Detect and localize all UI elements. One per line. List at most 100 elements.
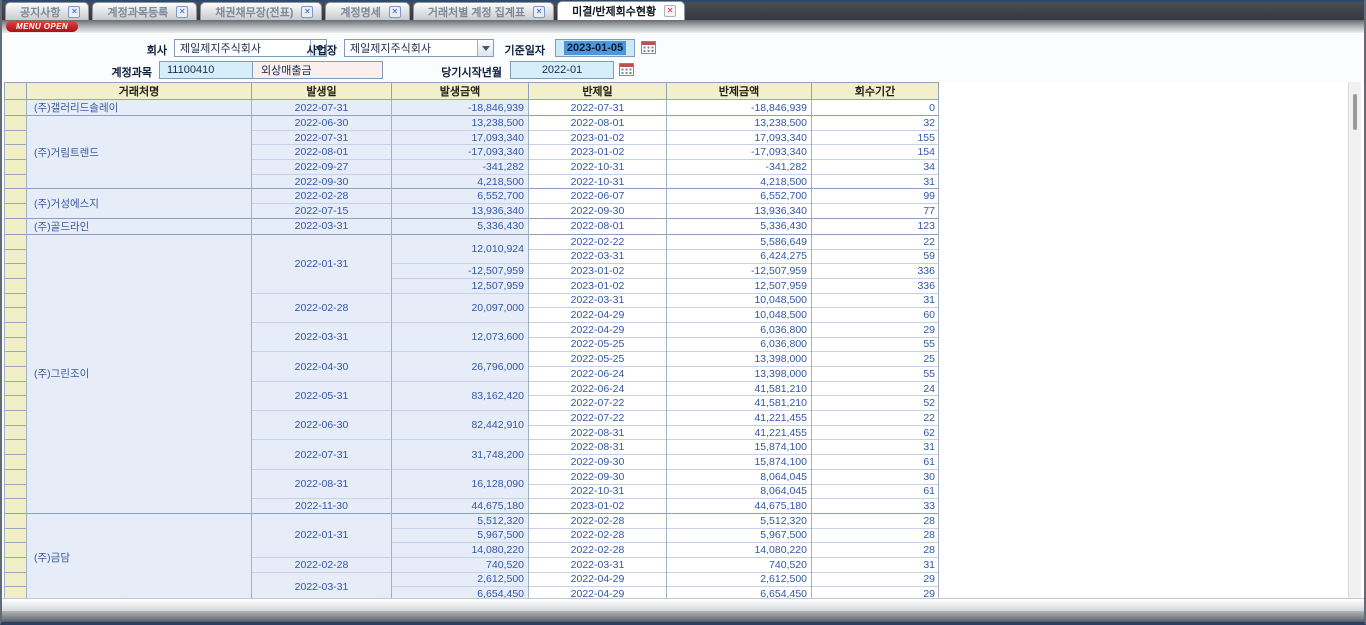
site-select[interactable]: 제일제지주식회사 [344,39,494,57]
row-header-cell[interactable] [5,440,27,455]
row-header-cell[interactable] [5,204,27,219]
cell-days[interactable]: 62 [812,425,939,440]
cell-customer[interactable]: (주)그린조이 [27,234,252,513]
row-header-cell[interactable] [5,528,27,543]
cell-occur-amount[interactable]: 82,442,910 [392,411,529,440]
cell-occur-amount[interactable]: 12,073,600 [392,322,529,351]
cell-days[interactable]: 55 [812,367,939,382]
cell-settle-date[interactable]: 2022-09-30 [529,455,667,470]
vertical-scrollbar[interactable] [1348,82,1361,598]
tab-close-icon[interactable]: ✕ [664,5,676,17]
cell-settle-amount[interactable]: 41,221,455 [667,411,812,426]
cell-settle-amount[interactable]: 5,586,649 [667,234,812,249]
cell-settle-amount[interactable]: 13,398,000 [667,352,812,367]
cell-occur-date[interactable]: 2022-01-31 [252,234,392,293]
tab-close-icon[interactable]: ✕ [533,6,545,18]
row-header-cell[interactable] [5,322,27,337]
cell-occur-amount[interactable]: 44,675,180 [392,499,529,514]
cell-days[interactable]: 22 [812,234,939,249]
row-header-cell[interactable] [5,116,27,131]
cell-days[interactable]: 32 [812,116,939,131]
cell-occur-date[interactable]: 2022-05-31 [252,381,392,410]
cell-occur-date[interactable]: 2022-02-28 [252,557,392,572]
account-name-input[interactable]: 외상매출금 [252,61,383,79]
column-header[interactable]: 회수기간 [812,83,939,100]
cell-settle-amount[interactable]: 15,874,100 [667,440,812,455]
cell-occur-amount[interactable]: 31,748,200 [392,440,529,469]
cell-settle-date[interactable]: 2022-10-31 [529,174,667,189]
cell-settle-amount[interactable]: -341,282 [667,160,812,175]
cell-settle-amount[interactable]: 13,398,000 [667,367,812,382]
cell-occur-date[interactable]: 2022-04-30 [252,352,392,381]
account-code-input[interactable]: 11100410 [159,61,253,79]
cell-settle-amount[interactable]: 14,080,220 [667,543,812,558]
cell-occur-date[interactable]: 2022-11-30 [252,499,392,514]
cell-occur-date[interactable]: 2022-07-31 [252,130,392,145]
menu-open-button[interactable]: MENU OPEN [6,21,78,32]
cell-settle-amount[interactable]: -12,507,959 [667,264,812,279]
row-header-cell[interactable] [5,411,27,426]
cell-customer[interactable]: (주)골드라인 [27,218,252,234]
cell-settle-date[interactable]: 2022-05-25 [529,352,667,367]
cell-occur-amount[interactable]: 6,552,700 [392,189,529,204]
cell-occur-amount[interactable]: -18,846,939 [392,100,529,116]
cell-occur-amount[interactable]: 12,010,924 [392,234,529,263]
cell-occur-date[interactable]: 2022-03-31 [252,218,392,234]
cell-occur-date[interactable]: 2022-07-31 [252,100,392,116]
cell-occur-date[interactable]: 2022-02-28 [252,293,392,322]
cell-occur-amount[interactable]: -17,093,340 [392,145,529,160]
cell-days[interactable]: 61 [812,484,939,499]
cell-settle-amount[interactable]: 41,581,210 [667,396,812,411]
column-header[interactable]: 반제금액 [667,83,812,100]
cell-settle-amount[interactable]: 6,036,800 [667,322,812,337]
tab-close-icon[interactable]: ✕ [176,6,188,18]
row-header-cell[interactable] [5,352,27,367]
cell-settle-date[interactable]: 2022-10-31 [529,484,667,499]
cell-settle-amount[interactable]: 5,512,320 [667,513,812,528]
cell-settle-date[interactable]: 2023-01-02 [529,278,667,293]
cell-settle-amount[interactable]: 13,238,500 [667,116,812,131]
cell-days[interactable]: 154 [812,145,939,160]
cell-days[interactable]: 52 [812,396,939,411]
row-header-cell[interactable] [5,100,27,116]
cell-settle-amount[interactable]: 5,336,430 [667,218,812,234]
cell-days[interactable]: 77 [812,204,939,219]
cell-settle-date[interactable]: 2023-01-02 [529,499,667,514]
cell-settle-date[interactable]: 2022-07-22 [529,411,667,426]
row-header-cell[interactable] [5,308,27,323]
cell-settle-date[interactable]: 2022-06-24 [529,381,667,396]
row-header-cell[interactable] [5,337,27,352]
row-header-cell[interactable] [5,249,27,264]
cell-days[interactable]: 29 [812,587,939,598]
cell-days[interactable]: 123 [812,218,939,234]
column-header[interactable]: 반제일 [529,83,667,100]
scrollbar-thumb[interactable] [1353,94,1357,130]
cell-settle-date[interactable]: 2022-08-01 [529,218,667,234]
calendar-icon[interactable] [619,62,634,76]
cell-settle-amount[interactable]: 17,093,340 [667,130,812,145]
cell-customer[interactable]: (주)금담 [27,513,252,598]
horizontal-scrollbar[interactable] [2,598,1364,611]
cell-occur-amount[interactable]: 26,796,000 [392,352,529,381]
cell-settle-date[interactable]: 2022-08-31 [529,440,667,455]
cell-days[interactable]: 30 [812,469,939,484]
start-month-input[interactable]: 2022-01 [510,61,614,79]
tab-1[interactable]: 공지사항✕ [5,2,89,20]
cell-settle-date[interactable]: 2022-07-31 [529,100,667,116]
row-header-cell[interactable] [5,469,27,484]
row-header-cell[interactable] [5,189,27,204]
row-header-cell[interactable] [5,264,27,279]
cell-occur-amount[interactable]: 12,507,959 [392,278,529,293]
cell-settle-amount[interactable]: 8,064,045 [667,484,812,499]
cell-occur-date[interactable]: 2022-09-30 [252,174,392,189]
cell-settle-amount[interactable]: 6,552,700 [667,189,812,204]
cell-occur-amount[interactable]: 5,967,500 [392,528,529,543]
row-header-cell[interactable] [5,499,27,514]
cell-days[interactable]: 28 [812,528,939,543]
cell-settle-date[interactable]: 2022-08-01 [529,116,667,131]
cell-occur-amount[interactable]: 2,612,500 [392,572,529,587]
cell-settle-amount[interactable]: 5,967,500 [667,528,812,543]
cell-settle-date[interactable]: 2022-02-28 [529,543,667,558]
cell-settle-date[interactable]: 2023-01-02 [529,264,667,279]
cell-days[interactable]: 31 [812,440,939,455]
